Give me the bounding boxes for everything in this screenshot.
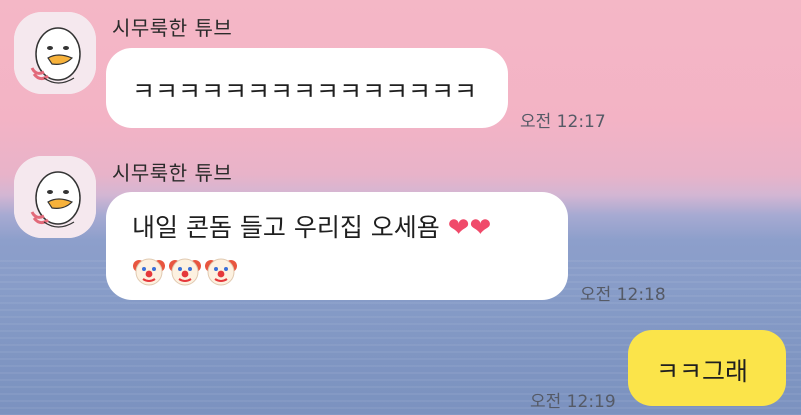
duck-character-icon bbox=[14, 156, 96, 238]
message-timestamp: 오전 12:19 bbox=[530, 392, 616, 412]
heart-emoji: ❤❤ bbox=[447, 213, 492, 243]
clown-face-icon bbox=[133, 258, 165, 286]
profile-avatar[interactable] bbox=[14, 156, 96, 238]
profile-avatar[interactable] bbox=[14, 12, 96, 94]
clown-face-icon bbox=[205, 258, 237, 286]
duck-character-icon bbox=[14, 12, 96, 94]
sender-name: 시무룩한 튜브 bbox=[112, 16, 233, 40]
message-text: ㅋㅋㅋㅋㅋㅋㅋㅋㅋㅋㅋㅋㅋㅋㅋ bbox=[132, 77, 478, 106]
my-message-bubble[interactable]: ㅋㅋ그래 bbox=[628, 330, 786, 406]
emoji-row bbox=[132, 254, 568, 288]
message-timestamp: 오전 12:18 bbox=[580, 285, 666, 305]
clown-face-icon bbox=[169, 258, 201, 286]
message-text: 내일 콘돔 들고 우리집 오세욤 bbox=[132, 213, 440, 242]
message-bubble[interactable]: 내일 콘돔 들고 우리집 오세욤 ❤❤ bbox=[106, 192, 568, 300]
message-timestamp: 오전 12:17 bbox=[520, 112, 606, 132]
message-bubble[interactable]: ㅋㅋㅋㅋㅋㅋㅋㅋㅋㅋㅋㅋㅋㅋㅋ bbox=[106, 48, 508, 128]
message-text: ㅋㅋ그래 bbox=[656, 357, 749, 386]
sender-name: 시무룩한 튜브 bbox=[112, 161, 233, 185]
